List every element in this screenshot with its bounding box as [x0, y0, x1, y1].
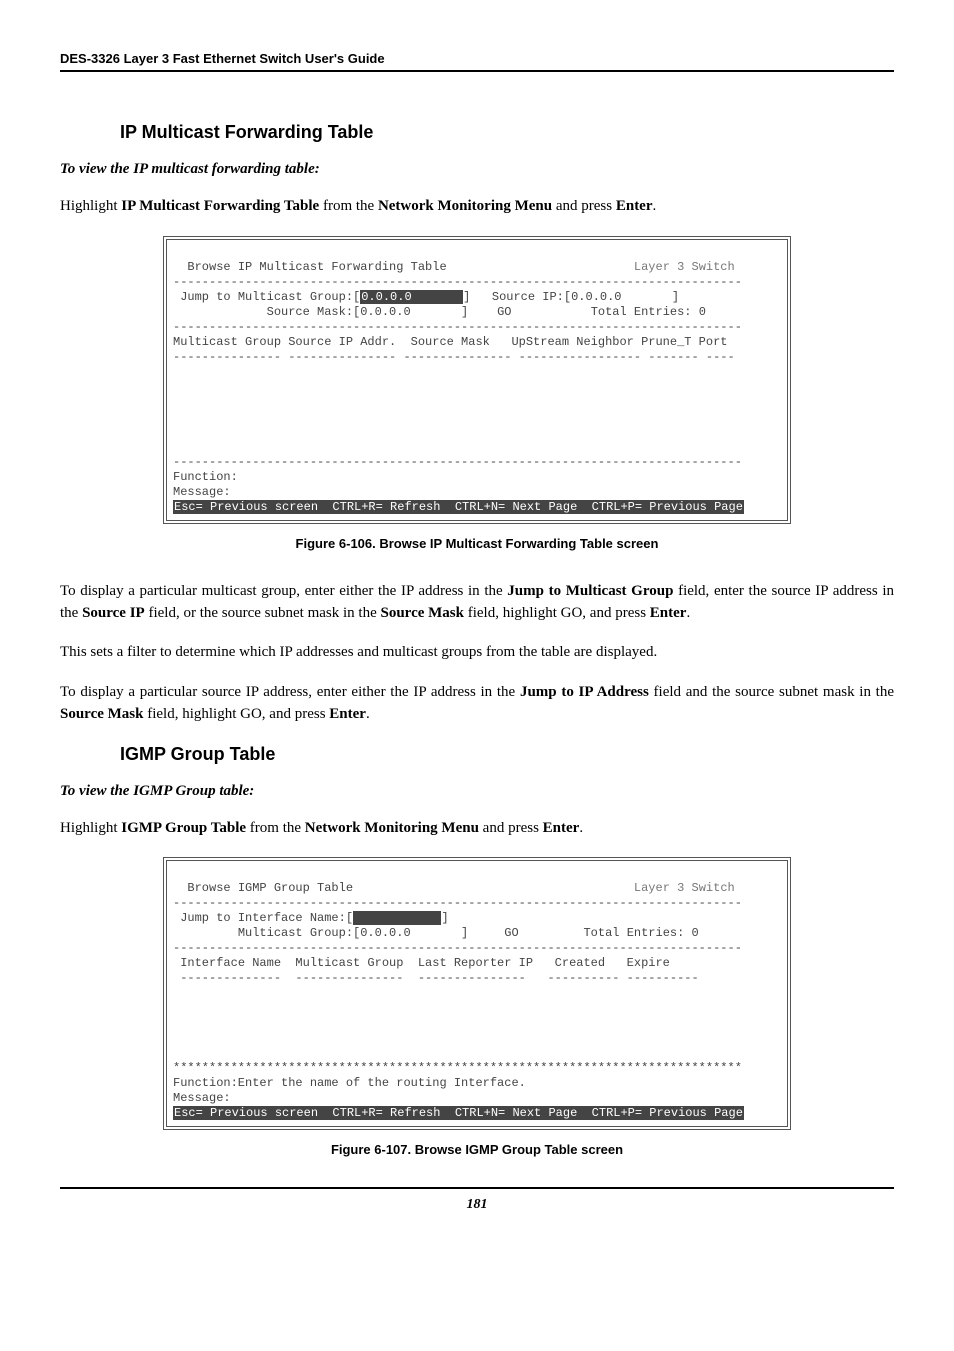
text: field, highlight GO, and press [464, 605, 650, 621]
figure-caption-2: Figure 6-107. Browse IGMP Group Table sc… [60, 1142, 894, 1157]
text: field and the source subnet mask in the [649, 684, 894, 700]
bold-text: Jump to Multicast Group [507, 583, 673, 599]
term-column-headers: Interface Name Multicast Group Last Repo… [180, 956, 670, 970]
terminal-screenshot-1: Browse IP Multicast Forwarding Table Lay… [163, 236, 791, 524]
term-message-line: Message: [173, 485, 231, 499]
bold-text: IGMP Group Table [121, 820, 246, 836]
term-label: Source Mask:[0.0.0.0 ] [180, 305, 468, 319]
term-column-headers: Multicast Group Source IP Addr. Source M… [173, 335, 728, 349]
term-title-left: Browse IP Multicast Forwarding Table [187, 260, 446, 274]
term-footer-bar: Esc= Previous screen CTRL+R= Refresh CTR… [173, 500, 744, 514]
text: Highlight [60, 820, 121, 836]
text: from the [319, 198, 378, 214]
text: . [366, 706, 370, 722]
term-footer-bar: Esc= Previous screen CTRL+R= Refresh CTR… [173, 1106, 744, 1120]
bold-text: Jump to IP Address [520, 684, 649, 700]
bold-text: Source IP [82, 605, 145, 621]
term-input-value [353, 911, 441, 925]
section-heading-igmp: IGMP Group Table [120, 744, 894, 765]
body-paragraph-2: This sets a filter to determine which IP… [60, 642, 894, 664]
document-page: DES-3326 Layer 3 Fast Ethernet Switch Us… [0, 0, 954, 1243]
text: Highlight [60, 198, 121, 214]
bold-text: Source Mask [60, 706, 143, 722]
term-total: Total Entries: 0 [591, 305, 706, 319]
term-go: GO [504, 926, 518, 940]
term-label: Multicast Group:[0.0.0.0 ] [180, 926, 468, 940]
term-label: ] [463, 290, 470, 304]
term-title-left: Browse IGMP Group Table [187, 881, 353, 895]
text: from the [246, 820, 305, 836]
term-label: Source IP:[0.0.0.0 ] [492, 290, 679, 304]
term-label: Jump to Multicast Group:[ [180, 290, 360, 304]
terminal-screenshot-2: Browse IGMP Group Table Layer 3 Switch -… [163, 857, 791, 1130]
page-number: 181 [467, 1197, 488, 1212]
term-go: GO [497, 305, 511, 319]
term-input-value: 0.0.0.0 [360, 290, 463, 304]
figure-caption-1: Figure 6-106. Browse IP Multicast Forwar… [60, 536, 894, 551]
text: . [579, 820, 583, 836]
bold-text: Enter [650, 605, 687, 621]
body-paragraph-1: To display a particular multicast group,… [60, 581, 894, 625]
text: and press [552, 198, 616, 214]
page-footer: 181 [60, 1187, 894, 1213]
text: . [686, 605, 690, 621]
section-heading-ip-multicast: IP Multicast Forwarding Table [120, 122, 894, 143]
page-header: DES-3326 Layer 3 Fast Ethernet Switch Us… [60, 50, 894, 72]
term-function-line: Function:Enter the name of the routing I… [173, 1076, 526, 1090]
intro-paragraph-2: Highlight IGMP Group Table from the Netw… [60, 818, 894, 840]
bold-text: Network Monitoring Menu [305, 820, 479, 836]
subheading-view-ip-multicast: To view the IP multicast forwarding tabl… [60, 161, 894, 178]
header-title: DES-3326 Layer 3 Fast Ethernet Switch Us… [60, 51, 385, 66]
bold-text: IP Multicast Forwarding Table [121, 198, 319, 214]
text: and press [479, 820, 543, 836]
term-function-line: Function: [173, 470, 238, 484]
term-label: ] [441, 911, 448, 925]
term-label: Jump to Interface Name:[ [180, 911, 353, 925]
term-title-right: Layer 3 Switch [634, 260, 735, 274]
text: To display a particular multicast group,… [60, 583, 507, 599]
text: field, highlight GO, and press [143, 706, 329, 722]
body-paragraph-3: To display a particular source IP addres… [60, 682, 894, 726]
bold-text: Enter [543, 820, 580, 836]
text: field, or the source subnet mask in the [145, 605, 381, 621]
text: . [653, 198, 657, 214]
term-total: Total Entries: 0 [583, 926, 698, 940]
bold-text: Enter [616, 198, 653, 214]
text: To display a particular source IP addres… [60, 684, 520, 700]
intro-paragraph-1: Highlight IP Multicast Forwarding Table … [60, 196, 894, 218]
bold-text: Network Monitoring Menu [378, 198, 552, 214]
bold-text: Source Mask [381, 605, 464, 621]
bold-text: Enter [329, 706, 366, 722]
term-message-line: Message: [173, 1091, 231, 1105]
subheading-view-igmp: To view the IGMP Group table: [60, 783, 894, 800]
term-title-right: Layer 3 Switch [634, 881, 735, 895]
term-stars: ****************************************… [173, 1061, 742, 1075]
